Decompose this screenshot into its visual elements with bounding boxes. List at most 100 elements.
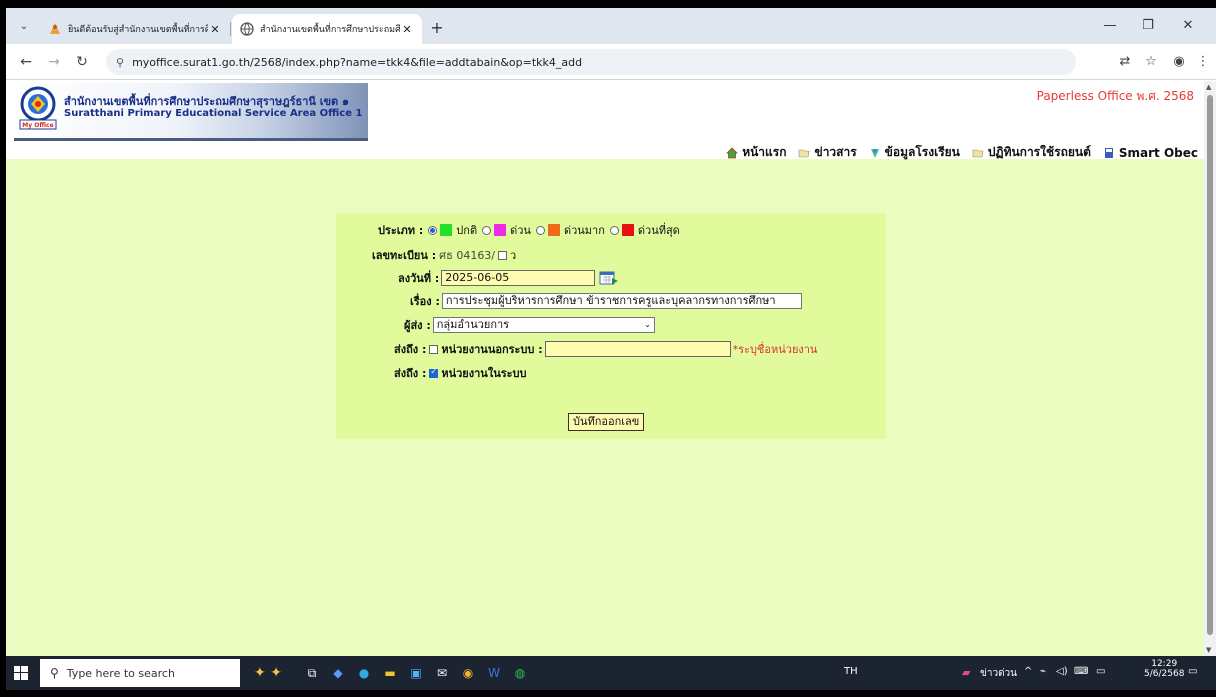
nav-smart-obec[interactable]: Smart Obec: [1103, 146, 1198, 160]
clock-time: 12:29: [1151, 659, 1178, 669]
news-widget-label[interactable]: ข่าวด่วน: [980, 666, 1017, 681]
back-icon[interactable]: ←: [16, 52, 36, 72]
profile-icon[interactable]: ◉: [1170, 53, 1188, 71]
external-unit-input[interactable]: [544, 341, 731, 357]
paperless-tagline: Paperless Office พ.ศ. 2568: [1036, 89, 1194, 103]
to-internal-row: ส่งถึง : หน่วยงานในระบบ: [394, 364, 527, 382]
store-icon[interactable]: ▣: [406, 664, 426, 682]
tray-chevron-icon[interactable]: ^: [1024, 666, 1032, 677]
edge-icon[interactable]: ●: [354, 664, 374, 682]
sender-row: ผู้ส่ง : กลุ่มอำนวยการ ⌄: [404, 316, 655, 334]
sender-label: ผู้ส่ง :: [404, 319, 431, 332]
tab-title: สำนักงานเขตพื้นที่การศึกษาประถมศึ: [260, 25, 400, 35]
scroll-up-icon[interactable]: ▲: [1206, 83, 1211, 91]
external-unit-hint: *ระบุชื่อหน่วยงาน: [732, 343, 818, 356]
search-placeholder: Type here to search: [66, 666, 175, 680]
copilot-sparkle-icon[interactable]: ✦ ✦: [244, 664, 292, 682]
external-unit-option: หน่วยงานนอกระบบ :: [441, 343, 543, 356]
close-tab-icon[interactable]: ✕: [400, 23, 414, 36]
input-language[interactable]: TH: [844, 666, 858, 677]
circular-checkbox[interactable]: [498, 250, 508, 260]
close-tab-icon[interactable]: ✕: [208, 23, 222, 36]
menu-kebab-icon[interactable]: ⋮: [1194, 53, 1212, 71]
subject-input[interactable]: การประชุมผู้บริหารการศึกษา ข้าราชการครูแ…: [441, 293, 802, 309]
volume-icon[interactable]: ◁): [1056, 666, 1068, 677]
word-icon[interactable]: W: [484, 664, 504, 682]
site-info-icon[interactable]: ⚲: [116, 56, 124, 69]
type-radio-very-urgent[interactable]: [535, 225, 545, 235]
regno-value: ศธ 04163/: [439, 249, 496, 262]
sender-select[interactable]: กลุ่มอำนวยการ ⌄: [432, 317, 655, 333]
news-icon: [799, 149, 810, 157]
type-radio-urgent[interactable]: [482, 225, 492, 235]
chrome-icon[interactable]: ◉: [458, 664, 478, 682]
calendar-picker-icon[interactable]: [599, 271, 619, 285]
type-option-label: ปกติ: [456, 224, 478, 237]
restore-icon[interactable]: ❐: [1130, 14, 1166, 38]
browser-window: ⌄ ยินดีต้อนรับสู่สำนักงานเขตพื้นที่การศึ…: [6, 8, 1216, 690]
url-text: myoffice.surat1.go.th/2568/index.php?nam…: [132, 55, 583, 69]
page-scrollbar[interactable]: ▲ ▼: [1204, 81, 1216, 656]
chevron-down-icon: ⌄: [644, 320, 651, 329]
task-view-icon[interactable]: ⧉: [302, 664, 322, 682]
save-number-button[interactable]: บันทึกออกเลข: [568, 413, 645, 431]
date-input[interactable]: 2025-06-05: [441, 270, 596, 286]
main-nav: หน้าแรก ข่าวสาร ข้อมูลโรงเรียน ปฏิทินการ…: [726, 143, 1198, 162]
type-radio-most-urgent[interactable]: [609, 225, 619, 235]
news-widget-icon[interactable]: ▰: [962, 666, 970, 679]
to-external-row: ส่งถึง : หน่วยงานนอกระบบ : *ระบุชื่อหน่ว…: [394, 340, 817, 358]
tab-strip: ⌄ ยินดีต้อนรับสู่สำนักงานเขตพื้นที่การศึ…: [6, 8, 1216, 44]
logo-caption: My Office: [22, 122, 53, 129]
type-option-label: ด่วนที่สุด: [637, 224, 680, 237]
nav-school-info[interactable]: ข้อมูลโรงเรียน: [869, 143, 960, 162]
nav-label: ปฏิทินการใช้รถยนต์: [987, 145, 1091, 159]
type-option-label: ด่วน: [510, 224, 531, 237]
tab-separator: [230, 22, 231, 36]
bookmark-star-icon[interactable]: ☆: [1142, 53, 1160, 71]
windows-start-icon[interactable]: [14, 666, 28, 680]
notification-icon[interactable]: ▭: [1188, 666, 1197, 677]
keyboard-icon[interactable]: ▭: [1096, 666, 1105, 677]
close-window-icon[interactable]: ✕: [1170, 14, 1206, 38]
network-icon[interactable]: ⌁: [1040, 666, 1046, 677]
reload-icon[interactable]: ↻: [72, 52, 92, 72]
windows-taskbar: ⚲ Type here to search ✦ ✦ ⧉ ◆ ● ▬ ▣ ✉ ◉ …: [6, 656, 1216, 690]
tab-welcome[interactable]: ยินดีต้อนรับสู่สำนักงานเขตพื้นที่การศึ ✕: [40, 14, 230, 44]
translate-icon[interactable]: ⇄: [1116, 53, 1134, 71]
file-explorer-icon[interactable]: ▬: [380, 664, 400, 682]
forward-icon[interactable]: →: [44, 52, 64, 72]
office-seal-logo: My Office: [19, 86, 57, 130]
mail-icon[interactable]: ✉: [432, 664, 452, 682]
new-tab-button[interactable]: +: [426, 18, 448, 40]
search-icon: ⚲: [50, 666, 59, 680]
book-icon: [1104, 147, 1113, 158]
ime-icon[interactable]: ⌨: [1074, 666, 1088, 677]
scroll-down-icon[interactable]: ▼: [1206, 646, 1211, 654]
site-title-en: Suratthani Primary Educational Service A…: [64, 108, 363, 119]
scrollbar-thumb[interactable]: [1207, 95, 1213, 635]
most-urgent-color-swatch: [621, 224, 634, 236]
clock[interactable]: 12:29 5/6/2568: [1144, 659, 1184, 679]
line-icon[interactable]: ◍: [510, 664, 530, 682]
calendar-icon: [972, 149, 984, 157]
tab-current[interactable]: สำนักงานเขตพื้นที่การศึกษาประถมศึ ✕: [232, 14, 422, 44]
type-option-label: ด่วนมาก: [563, 224, 605, 237]
urgent-color-swatch: [494, 224, 507, 236]
nav-label: ข้อมูลโรงเรียน: [884, 145, 960, 159]
nav-car-calendar[interactable]: ปฏิทินการใช้รถยนต์: [972, 143, 1091, 162]
nav-home[interactable]: หน้าแรก: [726, 143, 786, 162]
site-logo-banner[interactable]: My Office สำนักงานเขตพื้นที่การศึกษาประถ…: [14, 83, 368, 141]
tab-search-menu[interactable]: ⌄: [14, 18, 34, 36]
internal-unit-checkbox[interactable]: [429, 367, 439, 378]
outgoing-doc-form: ประเภท : ปกติ ด่วน ด่วนมาก ด่วนที่สุด เล…: [336, 213, 886, 439]
external-unit-checkbox[interactable]: [429, 344, 439, 354]
address-bar[interactable]: ⚲ myoffice.surat1.go.th/2568/index.php?n…: [106, 49, 1076, 75]
sender-selected-value: กลุ่มอำนวยการ: [436, 318, 510, 331]
type-label: ประเภท :: [378, 224, 424, 237]
minimize-icon[interactable]: —: [1092, 14, 1128, 38]
nav-news[interactable]: ข่าวสาร: [798, 143, 857, 162]
type-radio-normal[interactable]: [428, 225, 438, 235]
taskbar-search[interactable]: ⚲ Type here to search: [40, 659, 240, 687]
copilot-app-icon[interactable]: ◆: [328, 664, 348, 682]
regno-label: เลขทะเบียน :: [372, 249, 437, 262]
